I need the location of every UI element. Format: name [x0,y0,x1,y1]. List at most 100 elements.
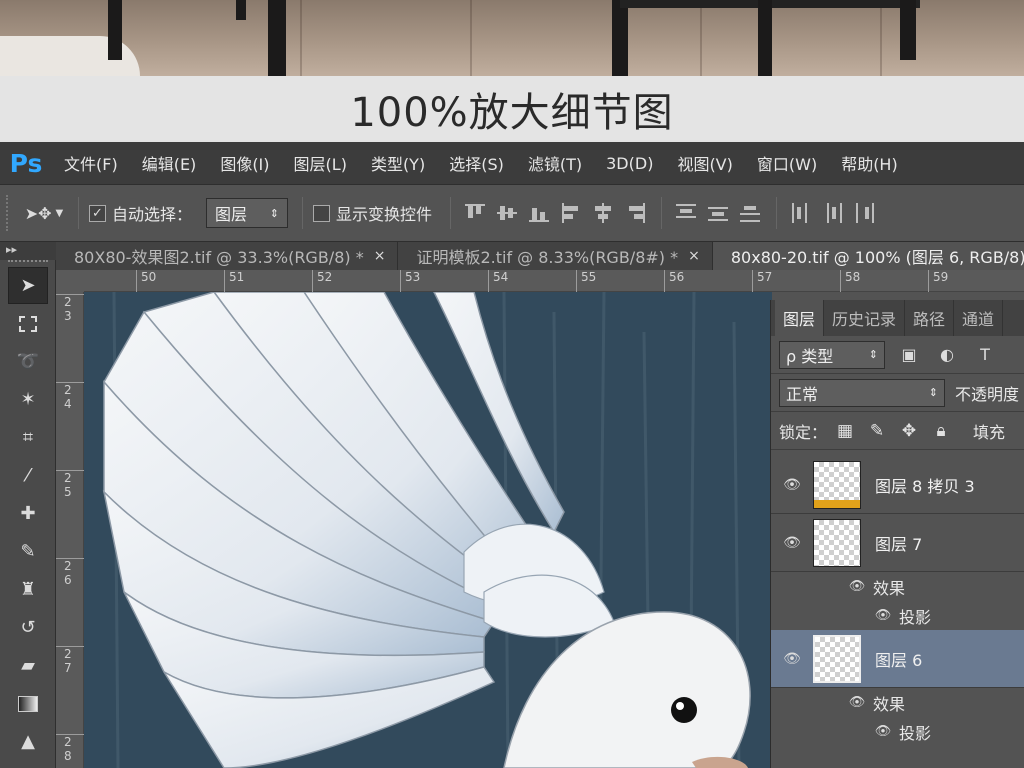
distribute-hcenter-icon[interactable] [821,201,847,225]
menu-image[interactable]: 图像(I) [208,151,281,175]
tab-history[interactable]: 历史记录 [824,300,906,336]
ruler-tick: 54 [488,270,508,292]
move-tool-icon[interactable]: ➤ [8,267,48,304]
eye-icon[interactable]: 👁︎ [873,724,893,739]
tab-channels[interactable]: 通道 [954,300,1004,336]
lock-transparent-icon[interactable]: ▦ [831,417,859,445]
lasso-tool-icon[interactable]: ➰ [8,343,48,380]
document-tab-bar: 80X80-效果图2.tif @ 33.3%(RGB/8) * × 证明模板2.… [56,242,1024,270]
distribute-left-icon[interactable] [789,201,815,225]
layer-row[interactable]: 👁︎ 图层 8 拷贝 3 [771,456,1024,514]
ruler-tick: 2 8 [56,734,84,763]
eyedropper-tool-icon[interactable]: ⁄ [8,457,48,494]
menu-view[interactable]: 视图(V) [665,151,744,175]
menu-type[interactable]: 类型(Y) [359,151,437,175]
lock-position-icon[interactable]: ✥ [895,417,923,445]
effects-row[interactable]: 👁︎ 效果 [771,688,1024,717]
clone-stamp-tool-icon[interactable]: ♜ [8,571,48,608]
ruler-tick: 58 [840,270,860,292]
align-top-icon[interactable] [463,201,489,225]
menu-3d[interactable]: 3D(D) [594,154,665,173]
document-canvas[interactable] [84,292,772,768]
adjustment-filter-icon[interactable]: ◐ [933,343,961,367]
layer-filter-value: ρ 类型 [786,346,834,366]
menu-edit[interactable]: 编辑(E) [130,151,209,175]
crop-tool-icon[interactable]: ⌗ [8,419,48,456]
document-tab-active[interactable]: 80x80-20.tif @ 100% (图层 6, RGB/8) [712,242,1024,270]
show-transform-checkbox[interactable] [313,204,331,222]
auto-select-target-dropdown[interactable]: 图层 ⇕ [206,198,289,228]
lock-label: 锁定： [779,422,828,442]
ruler-tick: 2 4 [56,382,84,411]
effects-row[interactable]: 👁︎ 效果 [771,572,1024,601]
brush-tool-icon[interactable]: ✎ [8,533,48,570]
distribute-bottom-icon[interactable] [738,201,764,225]
align-vcenter-icon[interactable] [495,201,521,225]
ruler-tick: 55 [576,270,596,292]
lock-image-icon[interactable]: ✎ [863,417,891,445]
move-icon: ➤✥ [24,203,52,223]
lock-all-icon[interactable]: 🔒︎ [927,417,955,445]
tab-paths[interactable]: 路径 [905,300,955,336]
horizontal-ruler[interactable]: 50 51 52 53 54 55 56 57 58 59 [84,270,1024,292]
align-left-icon[interactable] [559,201,585,225]
healing-brush-tool-icon[interactable]: ✚ [8,495,48,532]
auto-select-checkbox[interactable]: ✓ [89,204,106,222]
caption-band: 100%放大细节图 [0,76,1024,142]
options-grip[interactable] [6,195,16,231]
distribute-right-icon[interactable] [853,201,879,225]
toolbar-collapse-button[interactable]: ▸▸ [0,242,56,260]
image-filter-icon[interactable]: ▣ [895,343,923,367]
history-brush-tool-icon[interactable]: ↺ [8,609,48,646]
tool-preset-picker[interactable]: ➤✥ ▼ [16,198,72,228]
ruler-tick: 53 [400,270,420,292]
align-hcenter-icon[interactable] [591,201,617,225]
magic-wand-tool-icon[interactable]: ✶ [8,381,48,418]
align-right-icon[interactable] [623,201,649,225]
document-tab[interactable]: 证明模板2.tif @ 8.33%(RGB/8#) * × [398,242,713,270]
distribute-vcenter-icon[interactable] [706,201,732,225]
eye-icon[interactable]: 👁︎ [847,579,867,594]
vertical-ruler[interactable]: 2 3 2 4 2 5 2 6 2 7 2 8 [56,292,84,768]
photoshop-window: Ps 文件(F) 编辑(E) 图像(I) 图层(L) 类型(Y) 选择(S) 滤… [0,142,1024,768]
effects-label: 效果 [873,578,906,598]
menu-layer[interactable]: 图层(L) [282,151,359,175]
effects-label: 效果 [873,694,906,714]
effect-row[interactable]: 👁︎ 投影 [771,717,1024,746]
eye-icon[interactable]: 👁︎ [771,651,813,667]
layers-list: 👁︎ 图层 8 拷贝 3 👁︎ 图层 7 👁︎ 效果 👁︎ 投影 👁︎ 图层 6 [771,456,1024,746]
close-icon[interactable]: × [374,248,386,264]
ruler-tick: 2 3 [56,294,84,323]
eye-icon[interactable]: 👁︎ [873,608,893,623]
menu-filter[interactable]: 滤镜(T) [516,151,594,175]
blur-tool-icon[interactable]: ▲ [8,723,48,760]
auto-select-label: 自动选择： [112,205,193,224]
close-icon[interactable]: × [688,248,700,264]
type-filter-icon[interactable]: T [971,343,999,367]
layer-row[interactable]: 👁︎ 图层 7 [771,514,1024,572]
chevron-down-icon: ▼ [55,207,64,219]
tab-title: 证明模板2.tif @ 8.33%(RGB/8#) * [416,248,679,267]
menu-file[interactable]: 文件(F) [52,151,130,175]
effect-row[interactable]: 👁︎ 投影 [771,601,1024,630]
caption-title: 100%放大细节图 [350,90,674,136]
eye-icon[interactable]: 👁︎ [771,477,813,493]
menu-help[interactable]: 帮助(H) [829,151,910,175]
layer-row-selected[interactable]: 👁︎ 图层 6 [771,630,1024,688]
menu-window[interactable]: 窗口(W) [745,151,829,175]
eraser-tool-icon[interactable]: ▰ [8,647,48,684]
marquee-tool-icon[interactable] [8,305,48,342]
document-tab[interactable]: 80X80-效果图2.tif @ 33.3%(RGB/8) * × [56,242,399,270]
ruler-origin[interactable] [56,270,84,292]
layer-filter-dropdown[interactable]: ρ 类型 ⇕ [779,340,885,369]
distribute-top-icon[interactable] [674,201,700,225]
gradient-tool-icon[interactable] [8,685,48,722]
blend-mode-dropdown[interactable]: 正常 ⇕ [779,378,945,407]
tab-layers[interactable]: 图层 [775,300,825,336]
eye-icon[interactable]: 👁︎ [847,695,867,710]
layer-thumbnail [813,634,861,683]
eye-icon[interactable]: 👁︎ [771,535,813,551]
align-bottom-icon[interactable] [527,201,553,225]
show-transform-label: 显示变换控件 [336,205,433,224]
menu-select[interactable]: 选择(S) [437,151,516,175]
